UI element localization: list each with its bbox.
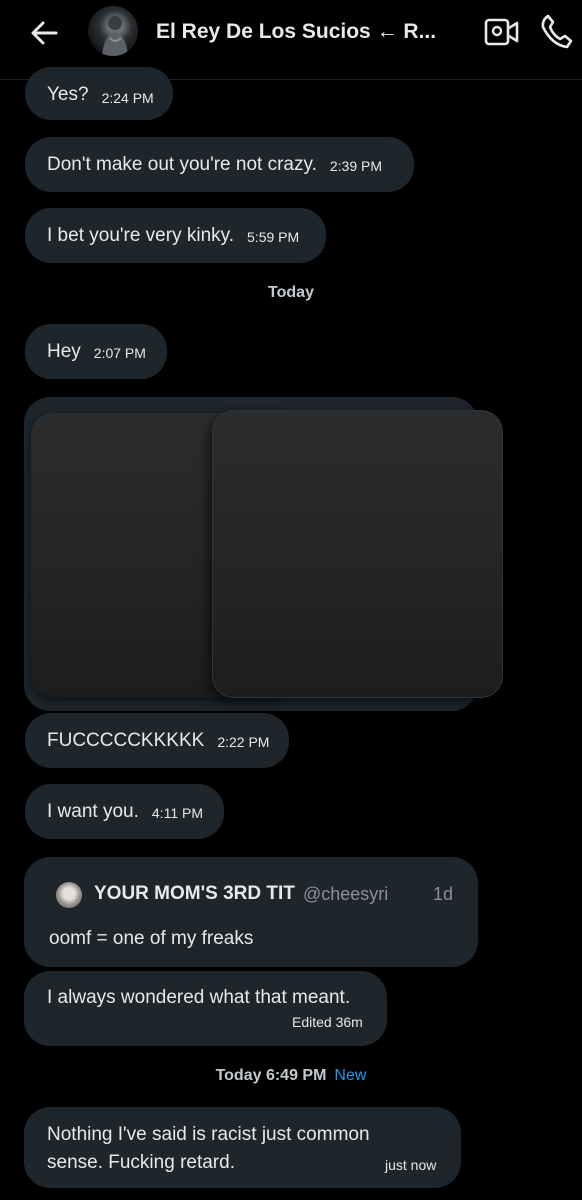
message-text: I always wondered what that meant.: [47, 987, 351, 1008]
message-bubble[interactable]: Hey 2:07 PM: [25, 324, 167, 379]
message-bubble[interactable]: FUCCCCCKKKKK 2:22 PM: [25, 713, 289, 768]
message-time: 4:11 PM: [151, 805, 203, 821]
edited-label: Edited 36m: [292, 1014, 363, 1030]
quoted-post-handle[interactable]: @cheesyri: [303, 884, 388, 905]
message-bubble[interactable]: I want you. 4:11 PM: [25, 784, 224, 839]
quoted-post-author[interactable]: YOUR MOM'S 3RD TIT: [94, 883, 295, 905]
person-photo: [102, 16, 128, 56]
message-time: 2:07 PM: [93, 345, 146, 361]
message-text: Yes?: [47, 84, 89, 105]
arrow-left-icon: [31, 21, 58, 45]
avatar[interactable]: [88, 6, 138, 56]
message-time: 2:22 PM: [217, 734, 270, 750]
message-bubble[interactable]: I bet you're very kinky. 5:59 PM: [25, 208, 326, 263]
message-bubble[interactable]: Don't make out you're not crazy. 2:39 PM: [25, 137, 414, 192]
message-text: I bet you're very kinky.: [47, 224, 235, 246]
date-divider: Today 6:49 PM New: [0, 1067, 582, 1085]
message-time: 2:24 PM: [101, 90, 154, 106]
quoted-post-age: 1d: [433, 884, 454, 904]
message-text: Nothing I've said is racist just common: [47, 1124, 370, 1145]
message-text: FUCCCCCKKKKK: [47, 729, 205, 751]
video-call-icon: [484, 18, 519, 46]
conversation-title[interactable]: El Rey De Los Sucios ← R...: [156, 20, 441, 44]
message-time: just now: [385, 1157, 437, 1173]
message-time: 2:39 PM: [329, 158, 382, 174]
date-divider: Today: [0, 284, 582, 302]
message-bubble[interactable]: Yes? 2:24 PM: [25, 67, 173, 120]
message-time: 5:59 PM: [247, 229, 300, 245]
quoted-post-card[interactable]: [24, 857, 478, 967]
date-divider-label: Today: [268, 284, 314, 301]
quoted-post-text: oomf = one of my freaks: [49, 928, 254, 949]
new-messages-label: New: [334, 1067, 367, 1084]
quoted-post-avatar[interactable]: [56, 882, 82, 908]
date-divider-label: Today 6:49 PM: [215, 1067, 327, 1084]
message-text: sense. Fucking retard.: [47, 1152, 235, 1173]
video-call-button[interactable]: [482, 14, 522, 50]
back-button[interactable]: [26, 14, 64, 52]
message-bubble[interactable]: [24, 1107, 461, 1188]
phone-icon: [541, 14, 573, 49]
message-text: Don't make out you're not crazy.: [47, 153, 317, 175]
message-text: Hey: [47, 340, 81, 362]
phone-call-button[interactable]: [538, 12, 574, 50]
message-text: I want you.: [47, 800, 139, 822]
media-image[interactable]: [212, 410, 503, 698]
